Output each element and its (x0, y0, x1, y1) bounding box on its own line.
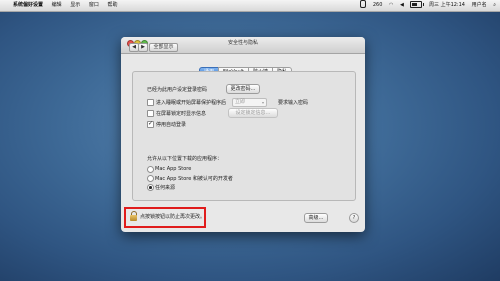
user-name[interactable]: 用户名 (472, 2, 487, 8)
disable-autologin-label: 停用自动登录 (156, 122, 187, 128)
title-bar: 安全性与隐私 ◀ ▶ 全部显示 (121, 37, 365, 54)
show-message-label: 在屏幕锁定时显示信息 (156, 111, 207, 117)
menu-window[interactable]: 窗口 (89, 2, 99, 8)
source-identified-developers-radio[interactable] (147, 175, 154, 182)
advanced-button[interactable]: 高级… (304, 213, 328, 223)
volume-icon[interactable]: ◀ (400, 2, 404, 8)
require-password-suffix: 要求输入密码 (278, 100, 309, 106)
show-message-checkbox[interactable] (147, 110, 154, 117)
chevron-down-icon: ▾ (261, 100, 264, 105)
require-password-delay-select[interactable]: 立即 ▾ (232, 98, 267, 107)
forward-button[interactable]: ▶ (138, 43, 148, 52)
lock-icon[interactable] (130, 211, 137, 221)
set-lock-message-button[interactable]: 设定锁定信息… (228, 108, 278, 118)
general-panel: 已经为此用户设定登录密码 更改密码… 进入睡眠或开始屏幕保护程序后 立即 ▾ 要… (132, 71, 356, 201)
battery-icon[interactable] (410, 1, 425, 8)
require-password-checkbox[interactable] (147, 99, 154, 106)
menu-bar: 系统偏好设置 编辑 显示 窗口 帮助 260 ◠ ◀ 周三 上午12:14 用户… (0, 0, 500, 12)
battery-count[interactable]: 260 (373, 2, 383, 8)
bluetooth-icon[interactable] (360, 0, 367, 8)
disable-autologin-checkbox[interactable] (147, 120, 154, 128)
source-anywhere-label: 任何来源 (155, 185, 176, 191)
lock-text: 点按锁按钮以防止再次更改。 (140, 214, 206, 220)
window-content: 通用 FileVault 防火墙 隐私 已经为此用户设定登录密码 更改密码… 进… (121, 54, 365, 232)
status-area: 260 ◠ ◀ 周三 上午12:14 用户名 ⌕ (355, 0, 496, 11)
wifi-icon[interactable]: ◠ (389, 2, 393, 8)
menu-edit[interactable]: 编辑 (52, 2, 62, 8)
desktop: 系统偏好设置 编辑 显示 窗口 帮助 260 ◠ ◀ 周三 上午12:14 用户… (0, 0, 500, 281)
menu-items: 系统偏好设置 编辑 显示 窗口 帮助 (13, 0, 124, 11)
source-identified-developers-label: Mac App Store 和被认可的开发者 (155, 176, 233, 182)
lock-body (130, 215, 137, 221)
menu-app-name[interactable]: 系统偏好设置 (13, 2, 43, 8)
require-password-label: 进入睡眠或开始屏幕保护程序后 (156, 100, 227, 106)
allow-apps-label: 允许从以下位置下载的应用程序： (147, 156, 223, 162)
delay-value: 立即 (235, 99, 246, 105)
clock[interactable]: 周三 上午12:14 (429, 2, 465, 8)
menu-help[interactable]: 帮助 (107, 2, 117, 8)
lock-area[interactable]: 点按锁按钮以防止再次更改。 (124, 207, 206, 228)
menu-view[interactable]: 显示 (70, 2, 80, 8)
help-button[interactable]: ? (349, 213, 359, 223)
source-mac-app-store-label: Mac App Store (155, 166, 192, 172)
security-privacy-window: 安全性与隐私 ◀ ▶ 全部显示 通用 FileVault 防火墙 隐私 已经为此… (121, 37, 365, 232)
search-icon[interactable]: ⌕ (493, 2, 496, 8)
password-set-label: 已经为此用户设定登录密码 (147, 87, 208, 93)
source-mac-app-store-radio[interactable] (147, 166, 154, 173)
show-all-button[interactable]: 全部显示 (149, 43, 178, 52)
source-anywhere-radio[interactable] (147, 184, 154, 191)
change-password-button[interactable]: 更改密码… (226, 84, 260, 94)
